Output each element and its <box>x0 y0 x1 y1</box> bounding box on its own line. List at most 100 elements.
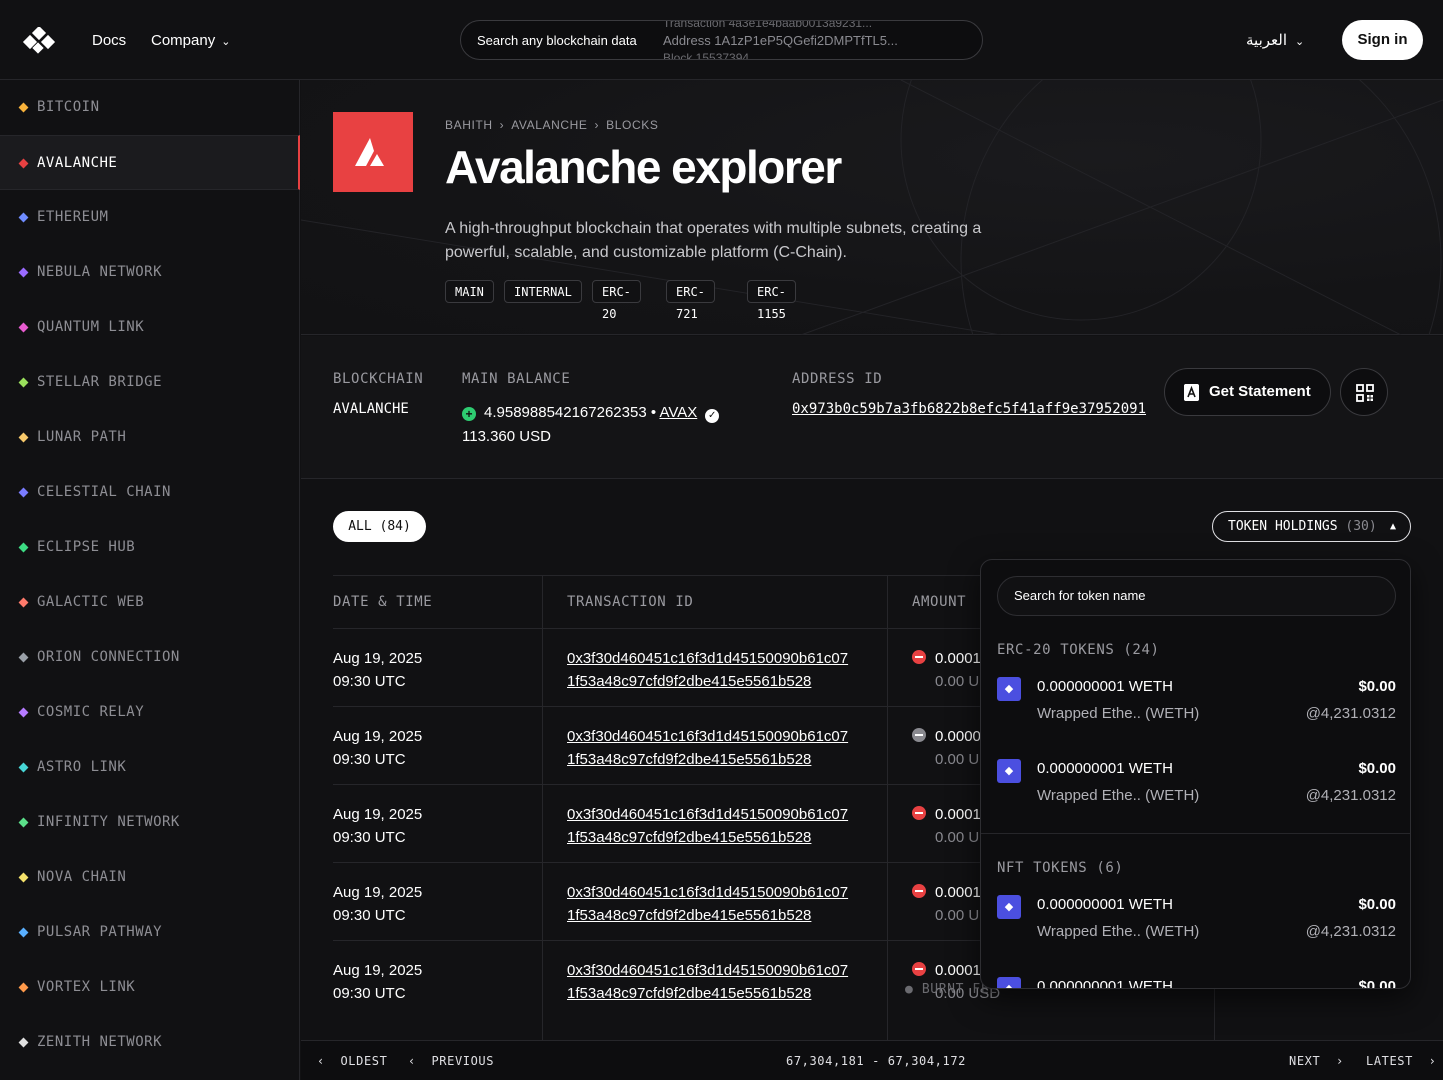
address-id-label: ADDRESS ID <box>792 371 883 387</box>
token-amount: 0.000000001 WETH <box>1037 978 1173 989</box>
sign-in-button[interactable]: Sign in <box>1342 20 1423 60</box>
chevron-down-icon: ⌄ <box>221 36 231 48</box>
main-balance-label: MAIN BALANCE <box>462 371 571 387</box>
sidebar-item-label: GALACTIC WEB <box>37 594 145 610</box>
sidebar-item-vortex-link[interactable]: VORTEX LINK <box>0 960 300 1015</box>
sidebar-item-nebula-network[interactable]: NEBULA NETWORK <box>0 245 300 300</box>
chain-diamond-icon <box>18 872 29 883</box>
address-id-link[interactable]: 0x973b0c59b7a3fb6822b8efc5f41aff9e379520… <box>792 401 1146 417</box>
token-search-input[interactable]: Search for token name <box>997 576 1396 616</box>
row-date: Aug 19, 2025 <box>333 650 423 667</box>
tag-erc1155[interactable]: ERC-1155 <box>747 280 796 321</box>
token-item[interactable]: ◆ 0.000000001 WETH Wrapped Ethe.. (WETH) $0… <box>997 749 1396 819</box>
tag-internal[interactable]: INTERNAL <box>504 280 582 303</box>
row-amount: 0.0001 <box>935 650 981 667</box>
breadcrumb-chevron-icon: › <box>594 118 600 132</box>
row-tx-line1: 0x3f30d460451c16f3d1d45150090b61c07 <box>567 884 849 901</box>
sidebar-item-label: STELLAR BRIDGE <box>37 374 163 390</box>
token-item[interactable]: ◆ 0.000000001 WETH $0.00 <box>997 967 1396 989</box>
filter-all-button[interactable]: ALL (84) <box>333 511 426 542</box>
token-item[interactable]: ◆ 0.000000001 WETH Wrapped Ethe.. (WETH) $0… <box>997 667 1396 737</box>
breadcrumb-item[interactable]: AVALANCHE <box>511 118 587 132</box>
sidebar-item-orion-connection[interactable]: ORION CONNECTION <box>0 630 300 685</box>
sidebar-item-bitcoin[interactable]: BITCOIN <box>0 80 300 135</box>
qr-code-button[interactable] <box>1340 368 1388 416</box>
sidebar-item-quantum-link[interactable]: QUANTUM LINK <box>0 300 300 355</box>
chain-diamond-icon <box>18 322 29 333</box>
oldest-button[interactable]: ‹ OLDEST <box>317 1054 387 1068</box>
block-range: 67,304,181 - 67,304,172 <box>786 1054 966 1068</box>
nav-docs-link[interactable]: Docs <box>92 32 126 49</box>
chevron-left-icon: ‹ <box>408 1054 416 1068</box>
row-tx-link[interactable]: 0x3f30d460451c16f3d1d45150090b61c07 1f53a… <box>567 725 848 771</box>
sidebar-item-zenith-network[interactable]: ZENITH NETWORK <box>0 1015 300 1070</box>
row-tx-link[interactable]: 0x3f30d460451c16f3d1d45150090b61c07 1f53a… <box>567 647 848 693</box>
sidebar-item-lunar-path[interactable]: LUNAR PATH <box>0 410 300 465</box>
page-description: A high-throughput blockchain that operat… <box>445 220 982 261</box>
row-date: Aug 19, 2025 <box>333 806 423 823</box>
sidebar-item-infinity-network[interactable]: INFINITY NETWORK <box>0 795 300 850</box>
row-time: 09:30 UTC <box>333 751 406 768</box>
row-amount-usd: 0.00 U <box>935 829 980 846</box>
sidebar-item-eclipse-hub[interactable]: ECLIPSE HUB <box>0 520 300 575</box>
balance-symbol-link[interactable]: AVAX <box>659 404 697 421</box>
verified-check-icon: ✓ <box>705 409 720 423</box>
sidebar-item-label: ZENITH NETWORK <box>37 1034 163 1050</box>
row-tx-line1: 0x3f30d460451c16f3d1d45150090b61c07 <box>567 728 849 745</box>
token-name: Wrapped Ethe.. (WETH) <box>1037 787 1200 804</box>
row-amount: 0.0001 <box>935 806 981 823</box>
bahith-logo-icon[interactable] <box>20 27 60 55</box>
chain-diamond-icon <box>18 102 29 113</box>
balance-usd: 113.360 USD <box>462 428 551 445</box>
chevron-down-icon: ⌄ <box>1295 36 1305 48</box>
pagination-bar: ‹ OLDEST ‹ PREVIOUS 67,304,181 - 67,304,… <box>301 1040 1443 1080</box>
global-search-input[interactable]: Search any blockchain data Transaction 4… <box>460 20 983 60</box>
sidebar-item-label: ETHEREUM <box>37 209 109 225</box>
row-tx-link[interactable]: 0x3f30d460451c16f3d1d45150090b61c07 1f53a… <box>567 803 848 849</box>
chain-diamond-icon <box>18 212 29 223</box>
row-date: Aug 19, 2025 <box>333 884 423 901</box>
row-amount-cell: 0.0001 0.00 U <box>912 647 981 693</box>
breadcrumb: BAHITH › AVALANCHE › BLOCKS <box>445 118 658 132</box>
token-rate: @4,231.0312 <box>1305 923 1396 940</box>
balance-separator: • <box>650 404 657 421</box>
minus-circle-icon <box>912 806 926 820</box>
row-tx-line2: 1f53a48c97cfd9f2dbe415e5561b528 <box>567 751 812 768</box>
row-tx-link[interactable]: 0x3f30d460451c16f3d1d45150090b61c07 1f53a… <box>567 881 848 927</box>
sidebar-item-stellar-bridge[interactable]: STELLAR BRIDGE <box>0 355 300 410</box>
previous-button[interactable]: ‹ PREVIOUS <box>408 1054 494 1068</box>
chain-diamond-icon <box>18 927 29 938</box>
row-amount-usd: 0.00 U <box>935 907 980 924</box>
row-tx-link[interactable]: 0x3f30d460451c16f3d1d45150090b61c07 1f53a… <box>567 959 848 1005</box>
tag-main[interactable]: MAIN <box>445 280 494 303</box>
column-header-amount: AMOUNT <box>912 594 967 610</box>
nav-company-menu[interactable]: Company ⌄ <box>151 32 230 49</box>
row-amount: 0.0001 <box>935 884 981 901</box>
tag-erc721[interactable]: ERC-721 <box>666 280 715 321</box>
tag-erc20[interactable]: ERC-20 <box>592 280 641 321</box>
row-tx-line2: 1f53a48c97cfd9f2dbe415e5561b528 <box>567 985 812 1002</box>
plus-circle-icon: + <box>462 407 476 421</box>
sidebar-item-nova-chain[interactable]: NOVA CHAIN <box>0 850 300 905</box>
token-item[interactable]: ◆ 0.000000001 WETH Wrapped Ethe.. (WETH) $0… <box>997 885 1396 955</box>
sidebar-item-astro-link[interactable]: ASTRO LINK <box>0 740 300 795</box>
breadcrumb-item[interactable]: BAHITH <box>445 118 493 132</box>
chain-diamond-icon <box>18 1037 29 1048</box>
row-tx-line2: 1f53a48c97cfd9f2dbe415e5561b528 <box>567 673 812 690</box>
sidebar-item-galactic-web[interactable]: GALACTIC WEB <box>0 575 300 630</box>
sidebar-item-ethereum[interactable]: ETHEREUM <box>0 190 300 245</box>
sidebar-item-celestial-chain[interactable]: CELESTIAL CHAIN <box>0 465 300 520</box>
row-tx-line2: 1f53a48c97cfd9f2dbe415e5561b528 <box>567 907 812 924</box>
sidebar-item-pulsar-pathway[interactable]: PULSAR PATHWAY <box>0 905 300 960</box>
token-amount: 0.000000001 WETH <box>1037 896 1173 913</box>
sidebar-item-cosmic-relay[interactable]: COSMIC RELAY <box>0 685 300 740</box>
language-selector[interactable]: العربية ⌄ <box>1246 31 1304 49</box>
sidebar-item-avalanche[interactable]: AVALANCHE <box>0 135 300 190</box>
next-button[interactable]: NEXT › <box>1289 1054 1344 1068</box>
ethereum-icon: ◆ <box>997 759 1021 783</box>
breadcrumb-item[interactable]: BLOCKS <box>606 118 658 132</box>
token-holdings-button[interactable]: TOKEN HOLDINGS (30) ▲ <box>1212 511 1411 542</box>
avalanche-logo-icon <box>333 112 413 192</box>
latest-button[interactable]: LATEST › <box>1366 1054 1436 1068</box>
get-statement-button[interactable]: Get Statement <box>1164 368 1331 416</box>
